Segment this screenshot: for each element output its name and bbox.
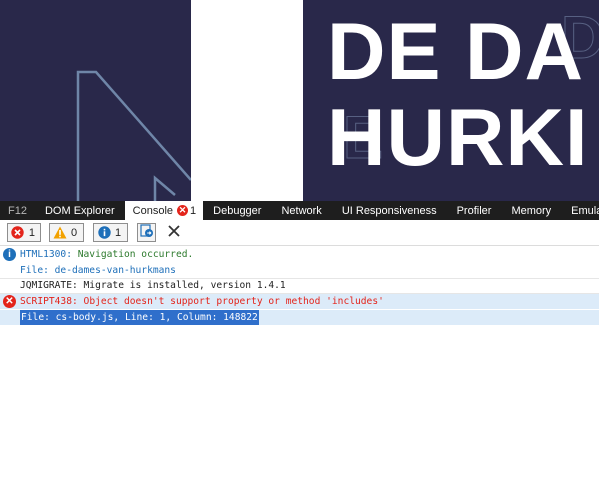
tab-memory[interactable]: Memory — [501, 201, 561, 220]
error-icon: ✕ — [3, 295, 16, 308]
page-preview: DA E DE DA HURKI — [0, 0, 599, 201]
tab-emulation[interactable]: Emula — [561, 201, 599, 220]
decorative-outline-shape — [76, 70, 191, 201]
errors-filter-button[interactable]: 1 — [7, 223, 41, 242]
warning-filter-icon — [53, 226, 67, 240]
error-filter-icon — [11, 226, 25, 240]
message-text: Object doesn't support property or metho… — [77, 296, 384, 307]
tab-console-label: Console — [132, 204, 174, 217]
tab-console-error-count: 1 — [190, 204, 197, 217]
message-code: SCRIPT438: — [20, 296, 78, 307]
messages-filter-button[interactable]: 1 — [93, 223, 128, 242]
hero-title-line-1: DE DA — [327, 7, 585, 97]
console-toolbar: 1 0 1 — [0, 220, 599, 246]
tab-console[interactable]: Console ✕ 1 — [124, 201, 204, 220]
message-text: JQMIGRATE: Migrate is installed, version… — [20, 280, 286, 291]
console-message-log[interactable]: JQMIGRATE: Migrate is installed, version… — [0, 278, 599, 294]
clear-console-icon — [167, 223, 181, 242]
warnings-count: 0 — [71, 226, 78, 239]
tab-f12: F12 — [8, 204, 27, 217]
info-filter-icon — [97, 226, 111, 240]
error-badge-icon: ✕ — [177, 205, 189, 216]
tab-ui-responsiveness[interactable]: UI Responsiveness — [332, 201, 447, 220]
info-icon: i — [3, 248, 16, 261]
clear-on-navigate-button[interactable] — [137, 223, 156, 242]
file-link[interactable]: File: de-dames-van-hurkmans — [20, 263, 176, 278]
message-text: Navigation occurred. — [71, 249, 194, 260]
console-message-file-link[interactable]: File: de-dames-van-hurkmans — [0, 263, 599, 278]
hero-title-panel: DA E DE DA HURKI — [303, 0, 599, 201]
console-output[interactable]: i HTML1300: Navigation occurred. File: d… — [0, 246, 599, 500]
clear-console-button[interactable] — [164, 223, 183, 242]
navigation-clear-icon — [139, 223, 154, 242]
tab-debugger[interactable]: Debugger — [203, 201, 271, 220]
console-message-info[interactable]: i HTML1300: Navigation occurred. — [0, 247, 599, 262]
tab-dom-explorer[interactable]: DOM Explorer — [35, 201, 125, 220]
message-code: HTML1300: — [20, 249, 72, 260]
hero-title-line-2: HURKI — [327, 93, 589, 183]
warnings-filter-button[interactable]: 0 — [49, 223, 84, 242]
console-message-file-link-selected[interactable]: File: cs-body.js, Line: 1, Column: 14882… — [0, 310, 599, 325]
tab-profiler[interactable]: Profiler — [447, 201, 502, 220]
devtools-tab-bar: F12 DOM Explorer Console ✕ 1 Debugger Ne… — [0, 201, 599, 220]
messages-count: 1 — [115, 226, 122, 239]
file-link[interactable]: File: cs-body.js, Line: 1, Column: 14882… — [20, 310, 259, 325]
console-message-error[interactable]: ✕ SCRIPT438: Object doesn't support prop… — [0, 294, 599, 309]
errors-count: 1 — [28, 226, 35, 239]
tab-network[interactable]: Network — [271, 201, 331, 220]
hero-left-panel — [0, 0, 191, 201]
